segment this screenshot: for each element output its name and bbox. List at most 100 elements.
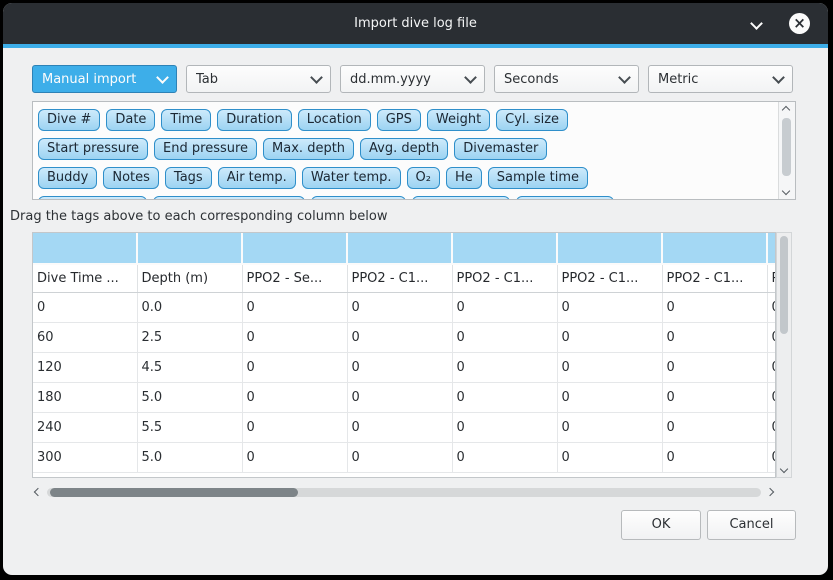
tag-duration[interactable]: Duration [217, 109, 291, 131]
tag-air-temp[interactable]: Air temp. [218, 167, 296, 189]
combo-date-format[interactable]: dd.mm.yyyy [340, 65, 485, 93]
column-header: PPO2 - C1... [452, 264, 557, 293]
table-horizontal-scrollbar[interactable] [32, 484, 776, 500]
tag-start-pressure[interactable]: Start pressure [38, 138, 148, 160]
column-drop-target[interactable] [347, 233, 452, 264]
tag-area-scrollbar-thumb[interactable] [782, 118, 791, 176]
tag-divemaster[interactable]: Divemaster [454, 138, 547, 160]
table-cell: 0 [557, 443, 662, 473]
ok-button[interactable]: OK [621, 510, 701, 540]
titlebar-menu-button[interactable] [744, 3, 770, 44]
column-header: PPO2 - C1... [557, 264, 662, 293]
cancel-button[interactable]: Cancel [707, 510, 796, 540]
table-cell: 0 [767, 323, 776, 353]
table-cell: 0 [767, 443, 776, 473]
column-drop-target[interactable] [662, 233, 767, 264]
table-cell: 0 [242, 353, 347, 383]
column-drop-target[interactable] [557, 233, 662, 264]
tag-he[interactable]: He [446, 167, 482, 189]
column-drop-target[interactable] [33, 233, 137, 264]
tag-notes[interactable]: Notes [103, 167, 159, 189]
table-cell: 0 [347, 353, 452, 383]
combo-value: Manual import [42, 72, 152, 87]
tag-tags[interactable]: Tags [165, 167, 212, 189]
table-cell: 0 [767, 293, 776, 323]
column-drop-target[interactable] [452, 233, 557, 264]
column-header: PPO2 - Se... [242, 264, 347, 293]
table-cell: 300 [33, 443, 137, 473]
table-cell: 0 [347, 383, 452, 413]
tag-sample-temperature[interactable]: Sample temperature [153, 196, 306, 200]
tag-water-temp[interactable]: Water temp. [302, 167, 401, 189]
table-cell: 0 [347, 443, 452, 473]
combo-value: Tab [196, 72, 306, 87]
table-cell: 0 [242, 293, 347, 323]
chevron-down-icon [618, 71, 631, 84]
tag-dive[interactable]: Dive # [38, 109, 100, 131]
scroll-up-icon[interactable] [782, 106, 790, 114]
tag-weight[interactable]: Weight [427, 109, 490, 131]
column-drop-target[interactable] [137, 233, 242, 264]
tag-row: Buddy Notes Tags Air temp. Water temp. O₂ He Sa… [38, 166, 773, 188]
tag-sample-depth[interactable]: Sample depth [38, 196, 147, 200]
column-drop-target[interactable] [767, 233, 776, 264]
window-title: Import dive log file [3, 3, 828, 44]
tag-o[interactable]: O₂ [407, 167, 440, 189]
scroll-left-icon[interactable] [34, 488, 42, 496]
tag-sample-time[interactable]: Sample time [488, 167, 588, 189]
table-cell: 0 [452, 353, 557, 383]
table-cell: 0 [557, 323, 662, 353]
tag-sample-ndl[interactable]: Sample NDL [516, 196, 614, 200]
table-cell: 0 [662, 323, 767, 353]
chevron-down-icon [310, 71, 323, 84]
tag-cyl-size[interactable]: Cyl. size [496, 109, 568, 131]
tag-date[interactable]: Date [106, 109, 155, 131]
chevron-down-icon [156, 71, 169, 84]
column-drop-target[interactable] [242, 233, 347, 264]
chevron-down-icon [750, 17, 763, 30]
table-cell: 0 [662, 413, 767, 443]
tag-max-depth[interactable]: Max. depth [263, 138, 354, 160]
tag-end-pressure[interactable]: End pressure [154, 138, 257, 160]
table-cell: 0 [557, 293, 662, 323]
combo-field-separator[interactable]: Tab [186, 65, 331, 93]
close-button[interactable]: × [789, 13, 810, 34]
table-cell: 0 [242, 383, 347, 413]
tag-sample-po[interactable]: Sample pO₂ [311, 196, 406, 200]
combo-duration-format[interactable]: Seconds [494, 65, 639, 93]
combo-import-mode[interactable]: Manual import [32, 65, 177, 93]
horizontal-scrollbar-thumb[interactable] [50, 488, 298, 497]
table-row: 00.0000000 [33, 293, 776, 323]
tag-area-scrollbar[interactable] [778, 102, 795, 199]
tag-sample-cns[interactable]: Sample CNS [412, 196, 510, 200]
table-cell: 0 [452, 293, 557, 323]
tag-row: Dive # Date Time Duration Location GPS Weight C… [38, 108, 773, 130]
titlebar[interactable]: Import dive log file × [3, 3, 828, 44]
table-cell: 120 [33, 353, 137, 383]
table-vertical-scrollbar-thumb[interactable] [780, 236, 788, 334]
tag-gps[interactable]: GPS [377, 109, 421, 131]
table-cell: 5.0 [137, 443, 242, 473]
combo-row: Manual import Tab dd.mm.yyyy Seconds Metric [32, 65, 793, 93]
scroll-right-icon[interactable] [766, 488, 774, 496]
tag-buddy[interactable]: Buddy [38, 167, 97, 189]
combo-units[interactable]: Metric [648, 65, 793, 93]
table-vertical-scrollbar[interactable] [776, 232, 792, 478]
table-cell: 0 [767, 413, 776, 443]
column-header: Dive Time ... [33, 264, 137, 293]
table-cell: 0 [347, 413, 452, 443]
scroll-down-icon[interactable] [782, 187, 790, 195]
table-row: 2405.5000000 [33, 413, 776, 443]
scroll-down-icon[interactable] [780, 465, 788, 473]
tag-row: Sample depth Sample temperature Sample pO₂… [38, 195, 773, 200]
tag-location[interactable]: Location [298, 109, 371, 131]
chevron-down-icon [464, 71, 477, 84]
table-cell: 4.5 [137, 353, 242, 383]
table-cell: 0 [662, 383, 767, 413]
table-cell: 0 [452, 383, 557, 413]
table-cell: 5.5 [137, 413, 242, 443]
table-row: 1805.0000000 [33, 383, 776, 413]
tag-avg-depth[interactable]: Avg. depth [360, 138, 448, 160]
tag-time[interactable]: Time [161, 109, 211, 131]
preview-table: Dive Time ...Depth (m)PPO2 - Se...PPO2 -… [33, 233, 776, 473]
